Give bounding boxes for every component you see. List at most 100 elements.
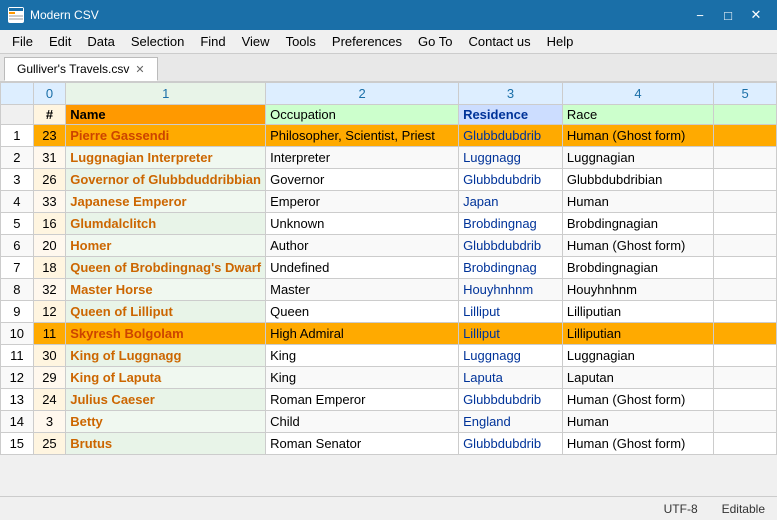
cell[interactable]: 18: [33, 257, 66, 279]
cell[interactable]: [714, 345, 777, 367]
cell[interactable]: 32: [33, 279, 66, 301]
cell[interactable]: Glubbdubdribian: [562, 169, 713, 191]
cell[interactable]: [714, 147, 777, 169]
table-row[interactable]: 832Master HorseMasterHouyhnhnmHouyhnhnm: [1, 279, 777, 301]
cell[interactable]: King: [266, 345, 459, 367]
cell[interactable]: Master Horse: [66, 279, 266, 301]
cell[interactable]: Human: [562, 411, 713, 433]
cell[interactable]: Glubbdubdrib: [459, 389, 563, 411]
cell[interactable]: Roman Senator: [266, 433, 459, 455]
cell[interactable]: Homer: [66, 235, 266, 257]
cell[interactable]: 12: [33, 301, 66, 323]
cell[interactable]: Glubbdubdrib: [459, 125, 563, 147]
table-row[interactable]: 912Queen of LilliputQueenLilliputLillipu…: [1, 301, 777, 323]
tab-gullivers-travels[interactable]: Gulliver's Travels.csv ✕: [4, 57, 158, 81]
cell[interactable]: 3: [33, 411, 66, 433]
menu-preferences[interactable]: Preferences: [324, 30, 410, 53]
cell[interactable]: Luggnagian Interpreter: [66, 147, 266, 169]
cell[interactable]: 31: [33, 147, 66, 169]
table-row[interactable]: 123Pierre GassendiPhilosopher, Scientist…: [1, 125, 777, 147]
table-row[interactable]: 1525BrutusRoman SenatorGlubbdubdribHuman…: [1, 433, 777, 455]
cell[interactable]: Child: [266, 411, 459, 433]
cell[interactable]: [714, 433, 777, 455]
cell[interactable]: Glumdalclitch: [66, 213, 266, 235]
close-button[interactable]: ✕: [743, 5, 769, 25]
table-row[interactable]: 326Governor of GlubbduddribbianGovernorG…: [1, 169, 777, 191]
cell[interactable]: Human: [562, 191, 713, 213]
col-header-0[interactable]: 0: [33, 83, 66, 105]
cell[interactable]: [714, 191, 777, 213]
cell[interactable]: Glubbdubdrib: [459, 235, 563, 257]
cell[interactable]: Lilliputian: [562, 323, 713, 345]
menu-find[interactable]: Find: [192, 30, 233, 53]
table-row[interactable]: 143BettyChildEnglandHuman: [1, 411, 777, 433]
cell[interactable]: Skyresh Bolgolam: [66, 323, 266, 345]
cell[interactable]: Human (Ghost form): [562, 389, 713, 411]
spreadsheet-container[interactable]: 0 1 2 3 4 5 # Name Occupation Residence …: [0, 82, 777, 496]
cell[interactable]: [714, 235, 777, 257]
cell[interactable]: Lilliput: [459, 323, 563, 345]
menu-edit[interactable]: Edit: [41, 30, 79, 53]
cell[interactable]: Roman Emperor: [266, 389, 459, 411]
col-header-2[interactable]: 2: [266, 83, 459, 105]
cell[interactable]: Houyhnhnm: [562, 279, 713, 301]
cell[interactable]: Unknown: [266, 213, 459, 235]
cell[interactable]: Interpreter: [266, 147, 459, 169]
cell[interactable]: [714, 125, 777, 147]
cell[interactable]: Undefined: [266, 257, 459, 279]
cell[interactable]: 26: [33, 169, 66, 191]
menu-file[interactable]: File: [4, 30, 41, 53]
cell[interactable]: Laputa: [459, 367, 563, 389]
maximize-button[interactable]: □: [715, 5, 741, 25]
minimize-button[interactable]: −: [687, 5, 713, 25]
cell[interactable]: 11: [33, 323, 66, 345]
menu-goto[interactable]: Go To: [410, 30, 460, 53]
cell[interactable]: [714, 323, 777, 345]
cell[interactable]: [714, 411, 777, 433]
cell[interactable]: England: [459, 411, 563, 433]
cell[interactable]: 20: [33, 235, 66, 257]
cell[interactable]: Brobdingnagian: [562, 213, 713, 235]
cell[interactable]: Glubbdubdrib: [459, 169, 563, 191]
table-row[interactable]: 1130King of LuggnaggKingLuggnaggLuggnagi…: [1, 345, 777, 367]
menu-tools[interactable]: Tools: [278, 30, 324, 53]
table-row[interactable]: 516GlumdalclitchUnknownBrobdingnagBrobdi…: [1, 213, 777, 235]
cell[interactable]: Julius Caeser: [66, 389, 266, 411]
cell[interactable]: 29: [33, 367, 66, 389]
col-header-1[interactable]: 1: [66, 83, 266, 105]
cell[interactable]: Brutus: [66, 433, 266, 455]
cell[interactable]: [714, 367, 777, 389]
cell[interactable]: Betty: [66, 411, 266, 433]
menu-selection[interactable]: Selection: [123, 30, 192, 53]
cell[interactable]: Governor: [266, 169, 459, 191]
table-row[interactable]: 1229King of LaputaKingLaputaLaputan: [1, 367, 777, 389]
cell[interactable]: Queen of Lilliput: [66, 301, 266, 323]
cell[interactable]: Houyhnhnm: [459, 279, 563, 301]
cell[interactable]: Japanese Emperor: [66, 191, 266, 213]
cell[interactable]: Governor of Glubbduddribbian: [66, 169, 266, 191]
col-header-4[interactable]: 4: [562, 83, 713, 105]
cell[interactable]: High Admiral: [266, 323, 459, 345]
cell[interactable]: Author: [266, 235, 459, 257]
table-row[interactable]: 620HomerAuthorGlubbdubdribHuman (Ghost f…: [1, 235, 777, 257]
table-row[interactable]: 231Luggnagian InterpreterInterpreterLugg…: [1, 147, 777, 169]
col-header-5[interactable]: 5: [714, 83, 777, 105]
table-row[interactable]: 718Queen of Brobdingnag's DwarfUndefined…: [1, 257, 777, 279]
cell[interactable]: Luggnagg: [459, 345, 563, 367]
cell[interactable]: Human (Ghost form): [562, 433, 713, 455]
tab-close-button[interactable]: ✕: [135, 63, 144, 76]
cell[interactable]: Luggnagian: [562, 345, 713, 367]
cell[interactable]: Brobdingnagian: [562, 257, 713, 279]
cell[interactable]: King of Laputa: [66, 367, 266, 389]
menu-help[interactable]: Help: [539, 30, 582, 53]
cell[interactable]: 30: [33, 345, 66, 367]
table-row[interactable]: 1011Skyresh BolgolamHigh AdmiralLilliput…: [1, 323, 777, 345]
cell[interactable]: Philosopher, Scientist, Priest: [266, 125, 459, 147]
table-row[interactable]: 1324Julius CaeserRoman EmperorGlubbdubdr…: [1, 389, 777, 411]
cell[interactable]: Luggnagg: [459, 147, 563, 169]
col-header-3[interactable]: 3: [459, 83, 563, 105]
menu-view[interactable]: View: [234, 30, 278, 53]
cell[interactable]: [714, 389, 777, 411]
cell[interactable]: Human (Ghost form): [562, 125, 713, 147]
cell[interactable]: 24: [33, 389, 66, 411]
